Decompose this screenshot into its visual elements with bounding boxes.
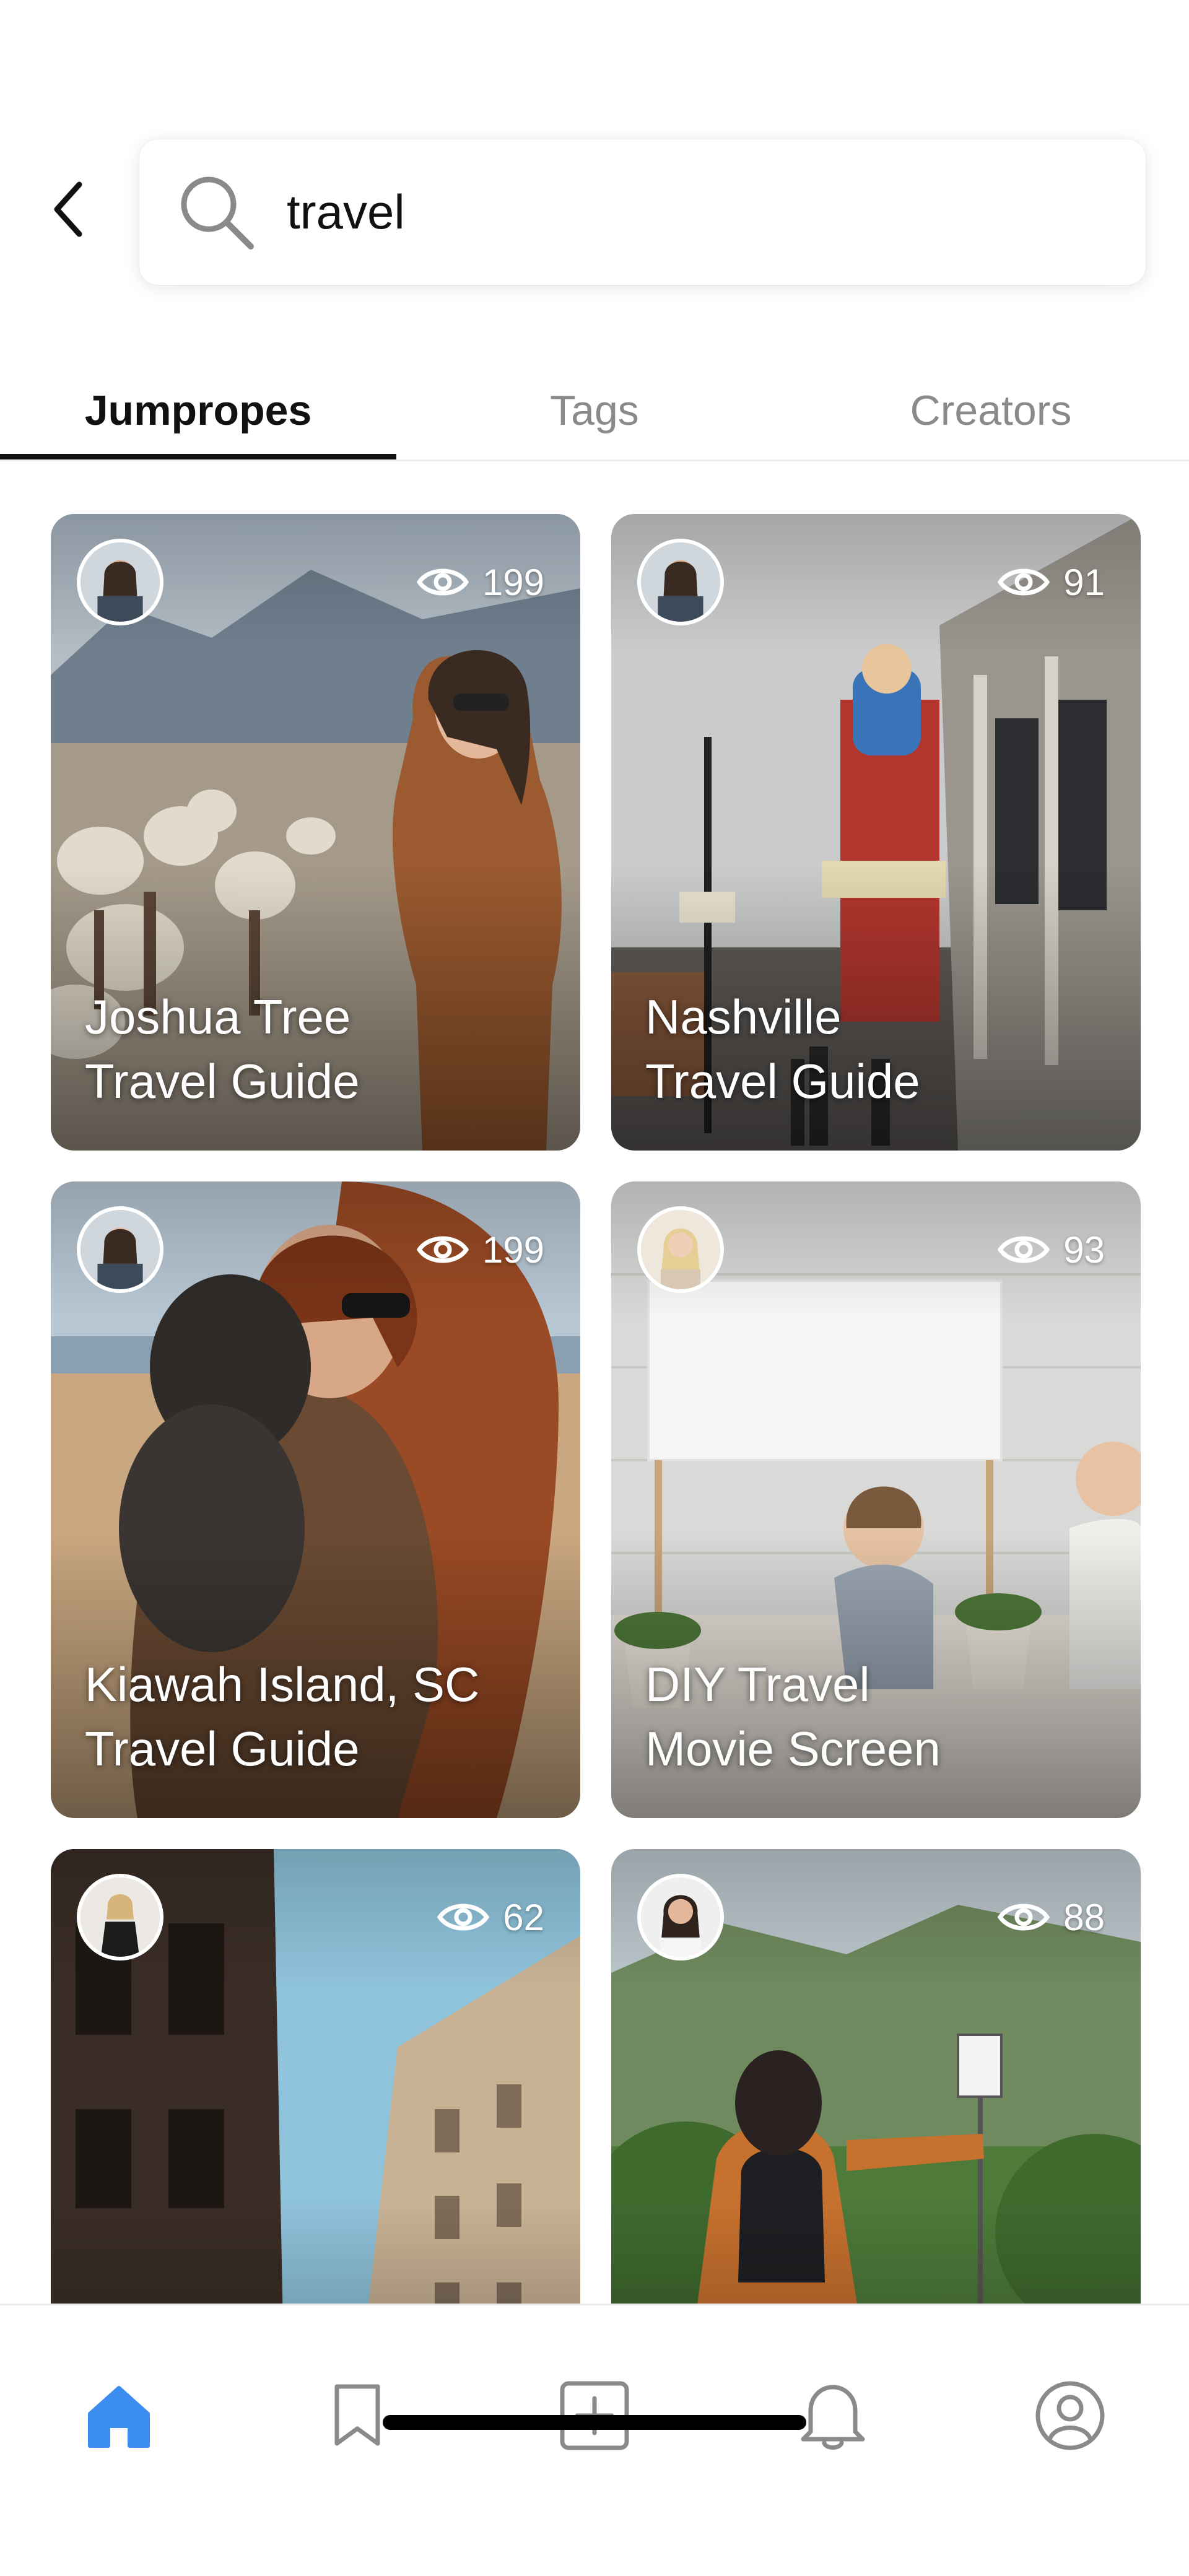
view-count-value: 88	[1063, 1896, 1105, 1938]
eye-icon	[437, 1899, 490, 1936]
creator-avatar[interactable]	[637, 539, 724, 625]
jumprope-card[interactable]: 91 Nashville Travel Guide	[611, 514, 1141, 1151]
card-title-line: Travel Guide	[85, 1054, 360, 1108]
view-count: 199	[416, 1225, 544, 1274]
nav-profile[interactable]	[1008, 2355, 1132, 2479]
view-count: 91	[998, 557, 1105, 607]
card-title-line: Kiawah Island, SC	[85, 1657, 480, 1712]
creator-avatar[interactable]	[77, 539, 163, 625]
eye-icon	[998, 564, 1050, 601]
jumprope-card[interactable]: 88	[611, 1849, 1141, 2304]
back-button[interactable]	[43, 180, 93, 242]
jumprope-card[interactable]: 199 Joshua Tree Travel Guide	[51, 514, 580, 1151]
view-count-value: 199	[482, 1229, 544, 1271]
creator-avatar[interactable]	[637, 1206, 724, 1293]
card-title-line: Travel Guide	[645, 1054, 920, 1108]
tab-creators[interactable]: Creators	[793, 359, 1189, 461]
eye-icon	[998, 1231, 1050, 1268]
view-count: 199	[416, 557, 544, 607]
eye-icon	[998, 1899, 1050, 1936]
card-title-line: DIY Travel	[645, 1657, 870, 1712]
search-input[interactable]	[287, 184, 1092, 240]
card-title-line: Travel Guide	[85, 1721, 360, 1776]
jumprope-card[interactable]: 62	[51, 1849, 580, 2304]
view-count-value: 93	[1063, 1229, 1105, 1271]
eye-icon	[416, 1231, 469, 1268]
results-grid: 199 Joshua Tree Travel Guide 91 Nashvill…	[0, 461, 1189, 2304]
bell-icon	[797, 2378, 869, 2456]
creator-avatar[interactable]	[77, 1874, 163, 1960]
bottom-nav	[0, 2304, 1189, 2576]
view-count-value: 62	[503, 1896, 544, 1938]
home-icon	[85, 2382, 153, 2453]
view-count-value: 199	[482, 561, 544, 603]
profile-icon	[1034, 2380, 1106, 2455]
creator-avatar[interactable]	[637, 1874, 724, 1960]
tab-tags[interactable]: Tags	[396, 359, 793, 461]
card-title: Joshua Tree Travel Guide	[85, 985, 555, 1113]
eye-icon	[416, 564, 469, 601]
nav-home[interactable]	[57, 2355, 181, 2479]
card-title: Nashville Travel Guide	[645, 985, 1116, 1113]
jumprope-card[interactable]: 199 Kiawah Island, SC Travel Guide	[51, 1181, 580, 1818]
tab-jumpropes[interactable]: Jumpropes	[0, 359, 396, 461]
jumprope-card[interactable]: 93 DIY Travel Movie Screen	[611, 1181, 1141, 1818]
view-count: 88	[998, 1892, 1105, 1942]
tab-bar: Jumpropes Tags Creators	[0, 359, 1189, 461]
search-icon	[176, 172, 257, 253]
bookmark-icon	[329, 2382, 385, 2453]
view-count: 62	[437, 1892, 544, 1942]
card-title: Kiawah Island, SC Travel Guide	[85, 1652, 555, 1781]
card-title-line: Joshua Tree	[85, 990, 351, 1044]
search-bar[interactable]	[139, 139, 1146, 285]
view-count: 93	[998, 1225, 1105, 1274]
creator-avatar[interactable]	[77, 1206, 163, 1293]
card-title-line: Nashville	[645, 990, 842, 1044]
chevron-left-icon	[50, 178, 87, 243]
view-count-value: 91	[1063, 561, 1105, 603]
card-title: DIY Travel Movie Screen	[645, 1652, 1116, 1781]
home-indicator	[383, 2415, 806, 2430]
card-title-line: Movie Screen	[645, 1721, 941, 1776]
